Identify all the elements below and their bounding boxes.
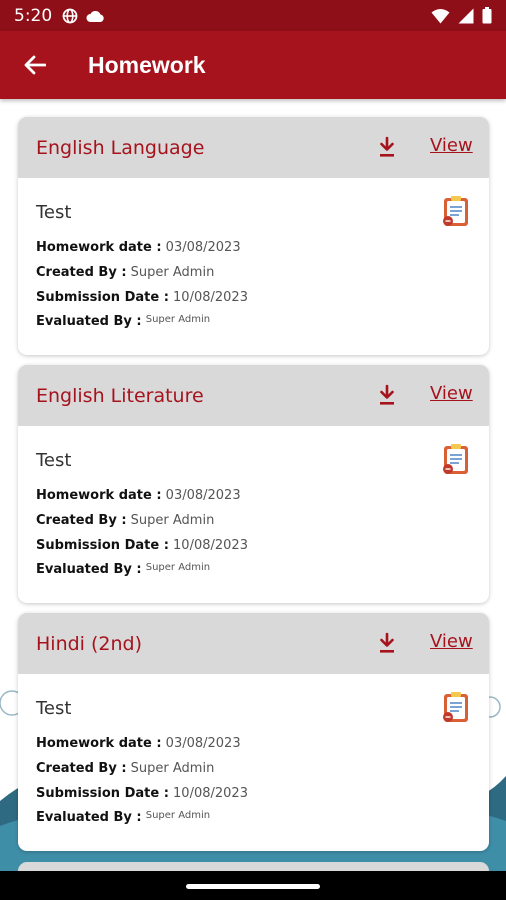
view-link[interactable]: View <box>430 135 473 156</box>
evaluated-by-value: Super Admin <box>145 810 211 821</box>
vpn-globe-icon <box>62 8 78 23</box>
download-icon[interactable] <box>376 135 398 159</box>
page-title: Homework <box>88 51 206 78</box>
status-left-icons <box>62 8 105 24</box>
homework-date-label: Homework date : <box>36 240 162 255</box>
evaluated-by-label: Evaluated By : <box>36 314 142 329</box>
evaluated-by-row: Evaluated By : Super Admin <box>36 562 210 577</box>
card-header: English Literature View <box>18 365 489 426</box>
status-right-icons <box>431 7 492 24</box>
created-by-label: Created By : <box>36 761 127 776</box>
wifi-icon <box>431 8 450 23</box>
submission-date-row: Submission Date : 10/08/2023 <box>36 786 248 801</box>
home-gesture-handle[interactable] <box>186 884 320 889</box>
homework-card[interactable]: Hindi (2nd) View Test Homework date : 03… <box>18 613 489 851</box>
clipboard-document-icon[interactable] <box>442 195 470 227</box>
back-button[interactable] <box>0 31 70 99</box>
homework-date-label: Homework date : <box>36 488 162 503</box>
created-by-row: Created By : Super Admin <box>36 265 214 280</box>
homework-date-row: Homework date : 03/08/2023 <box>36 736 241 751</box>
homework-card[interactable]: English Language View Test Homework date… <box>18 117 489 355</box>
download-icon[interactable] <box>376 383 398 407</box>
download-icon[interactable] <box>376 631 398 655</box>
card-header: Hindi (2nd) View <box>18 613 489 674</box>
created-by-label: Created By : <box>36 265 127 280</box>
subject-name: English Language <box>36 136 205 159</box>
signal-icon <box>458 8 474 23</box>
homework-date-value: 03/08/2023 <box>165 240 241 255</box>
next-homework-card-peek[interactable] <box>18 862 489 871</box>
navigation-bar <box>0 871 506 900</box>
evaluated-by-row: Evaluated By : Super Admin <box>36 314 210 329</box>
created-by-label: Created By : <box>36 513 127 528</box>
submission-date-label: Submission Date : <box>36 290 169 305</box>
evaluated-by-label: Evaluated By : <box>36 810 142 825</box>
homework-card[interactable]: English Literature View Test Homework da… <box>18 365 489 603</box>
arrow-left-icon <box>24 55 46 75</box>
homework-list[interactable]: English Language View Test Homework date… <box>0 99 506 871</box>
subject-name: English Literature <box>36 384 204 407</box>
submission-date-value: 10/08/2023 <box>173 538 248 553</box>
created-by-value: Super Admin <box>130 265 215 280</box>
view-link[interactable]: View <box>430 631 473 652</box>
cloud-icon <box>86 10 104 22</box>
evaluated-by-value: Super Admin <box>145 314 211 325</box>
battery-icon <box>482 7 492 24</box>
homework-date-value: 03/08/2023 <box>165 488 241 503</box>
submission-date-label: Submission Date : <box>36 786 169 801</box>
card-header: English Language View <box>18 117 489 178</box>
submission-date-row: Submission Date : 10/08/2023 <box>36 290 248 305</box>
status-time: 5:20 <box>14 5 53 26</box>
homework-title: Test <box>36 698 72 719</box>
homework-date-label: Homework date : <box>36 736 162 751</box>
clipboard-document-icon[interactable] <box>442 691 470 723</box>
evaluated-by-label: Evaluated By : <box>36 562 142 577</box>
homework-date-row: Homework date : 03/08/2023 <box>36 240 241 255</box>
evaluated-by-value: Super Admin <box>145 562 211 573</box>
created-by-value: Super Admin <box>130 513 215 528</box>
homework-title: Test <box>36 202 72 223</box>
created-by-value: Super Admin <box>130 761 215 776</box>
homework-date-value: 03/08/2023 <box>165 736 241 751</box>
submission-date-row: Submission Date : 10/08/2023 <box>36 538 248 553</box>
submission-date-value: 10/08/2023 <box>173 290 248 305</box>
evaluated-by-row: Evaluated By : Super Admin <box>36 810 210 825</box>
created-by-row: Created By : Super Admin <box>36 513 214 528</box>
subject-name: Hindi (2nd) <box>36 632 143 655</box>
homework-date-row: Homework date : 03/08/2023 <box>36 488 241 503</box>
status-bar: 5:20 <box>0 0 506 31</box>
created-by-row: Created By : Super Admin <box>36 761 214 776</box>
clipboard-document-icon[interactable] <box>442 443 470 475</box>
submission-date-value: 10/08/2023 <box>173 786 248 801</box>
homework-title: Test <box>36 450 72 471</box>
app-bar: Homework <box>0 31 506 99</box>
view-link[interactable]: View <box>430 383 473 404</box>
submission-date-label: Submission Date : <box>36 538 169 553</box>
